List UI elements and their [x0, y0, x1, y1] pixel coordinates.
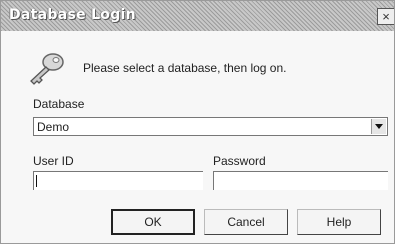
- login-prompt: Please select a database, then log on.: [83, 61, 287, 75]
- database-selected-value: Demo: [37, 120, 70, 134]
- database-login-dialog: Database Login × Please select a databas…: [0, 0, 395, 244]
- database-label: Database: [33, 97, 85, 111]
- help-button-label: Help: [326, 215, 352, 229]
- password-field[interactable]: [213, 171, 388, 190]
- window-title: Database Login: [9, 7, 136, 23]
- cancel-button-label: Cancel: [227, 215, 265, 229]
- title-bar[interactable]: Database Login ×: [1, 1, 394, 31]
- ok-button[interactable]: OK: [111, 209, 195, 235]
- close-icon[interactable]: ×: [377, 8, 394, 25]
- cancel-button[interactable]: Cancel: [204, 209, 288, 235]
- password-label: Password: [213, 154, 266, 168]
- ok-button-label: OK: [144, 215, 162, 229]
- user-id-field[interactable]: [33, 171, 203, 190]
- help-button[interactable]: Help: [297, 209, 381, 235]
- user-id-label: User ID: [33, 154, 74, 168]
- database-select[interactable]: Demo: [33, 117, 388, 136]
- text-caret: [36, 175, 37, 187]
- chevron-down-icon[interactable]: [371, 119, 386, 134]
- key-icon: [30, 53, 64, 85]
